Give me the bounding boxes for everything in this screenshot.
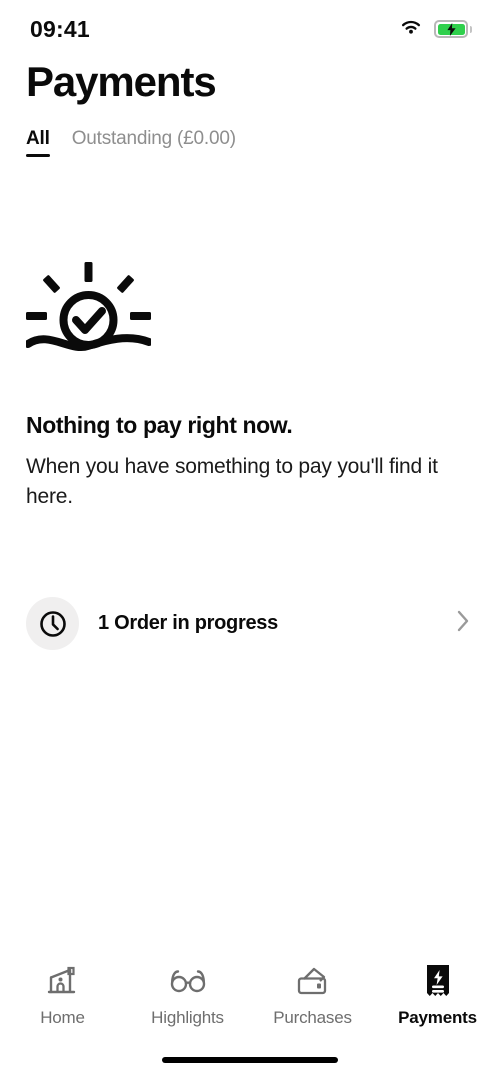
chevron-right-icon[interactable] [456, 609, 470, 638]
nav-item-purchases-label: Purchases [273, 1007, 352, 1027]
nav-item-payments[interactable]: Payments [375, 963, 500, 1028]
tab-outstanding[interactable]: Outstanding (£0.00) [72, 128, 236, 157]
page-header: Payments All Outstanding (£0.00) [0, 58, 500, 158]
battery-charging-icon [434, 20, 472, 38]
order-in-progress-row[interactable]: 1 Order in progress [0, 597, 500, 650]
house-icon [46, 963, 80, 999]
nav-item-highlights-label: Highlights [151, 1007, 224, 1027]
tab-outstanding-label: Outstanding (£0.00) [71, 128, 236, 150]
tab-bar: All Outstanding (£0.00) [26, 128, 474, 158]
empty-state-body: When you have something to pay you'll fi… [26, 455, 438, 509]
status-bar-time: 09:41 [30, 15, 90, 42]
page-title: Payments [26, 58, 217, 105]
nav-item-purchases[interactable]: Purchases [250, 963, 375, 1028]
sunrise-check-icon [26, 262, 474, 362]
clock-icon [26, 597, 79, 650]
order-in-progress-label: 1 Order in progress [98, 612, 278, 634]
empty-state: Nothing to pay right now. When you have … [0, 262, 500, 513]
glasses-icon [169, 963, 207, 999]
wallet-icon [295, 963, 331, 999]
bottom-navigation: Home Highlights Purchases Payments [0, 952, 500, 1038]
nav-item-highlights[interactable]: Highlights [125, 963, 250, 1028]
receipt-bolt-icon [422, 963, 454, 999]
empty-state-title: Nothing to pay right now. [26, 412, 293, 438]
wifi-icon [399, 18, 423, 41]
nav-item-home-label: Home [40, 1007, 85, 1027]
nav-item-payments-label: Payments [398, 1007, 477, 1027]
tab-all-label: All [26, 128, 50, 150]
home-indicator[interactable] [162, 1057, 338, 1063]
status-bar-indicators [399, 18, 472, 41]
tab-all[interactable]: All [26, 128, 50, 158]
nav-item-home[interactable]: Home [0, 963, 125, 1028]
payments-screen: 09:41 Payments All Outstanding (£0.00) N… [0, 0, 500, 1080]
status-bar: 09:41 [0, 0, 500, 58]
